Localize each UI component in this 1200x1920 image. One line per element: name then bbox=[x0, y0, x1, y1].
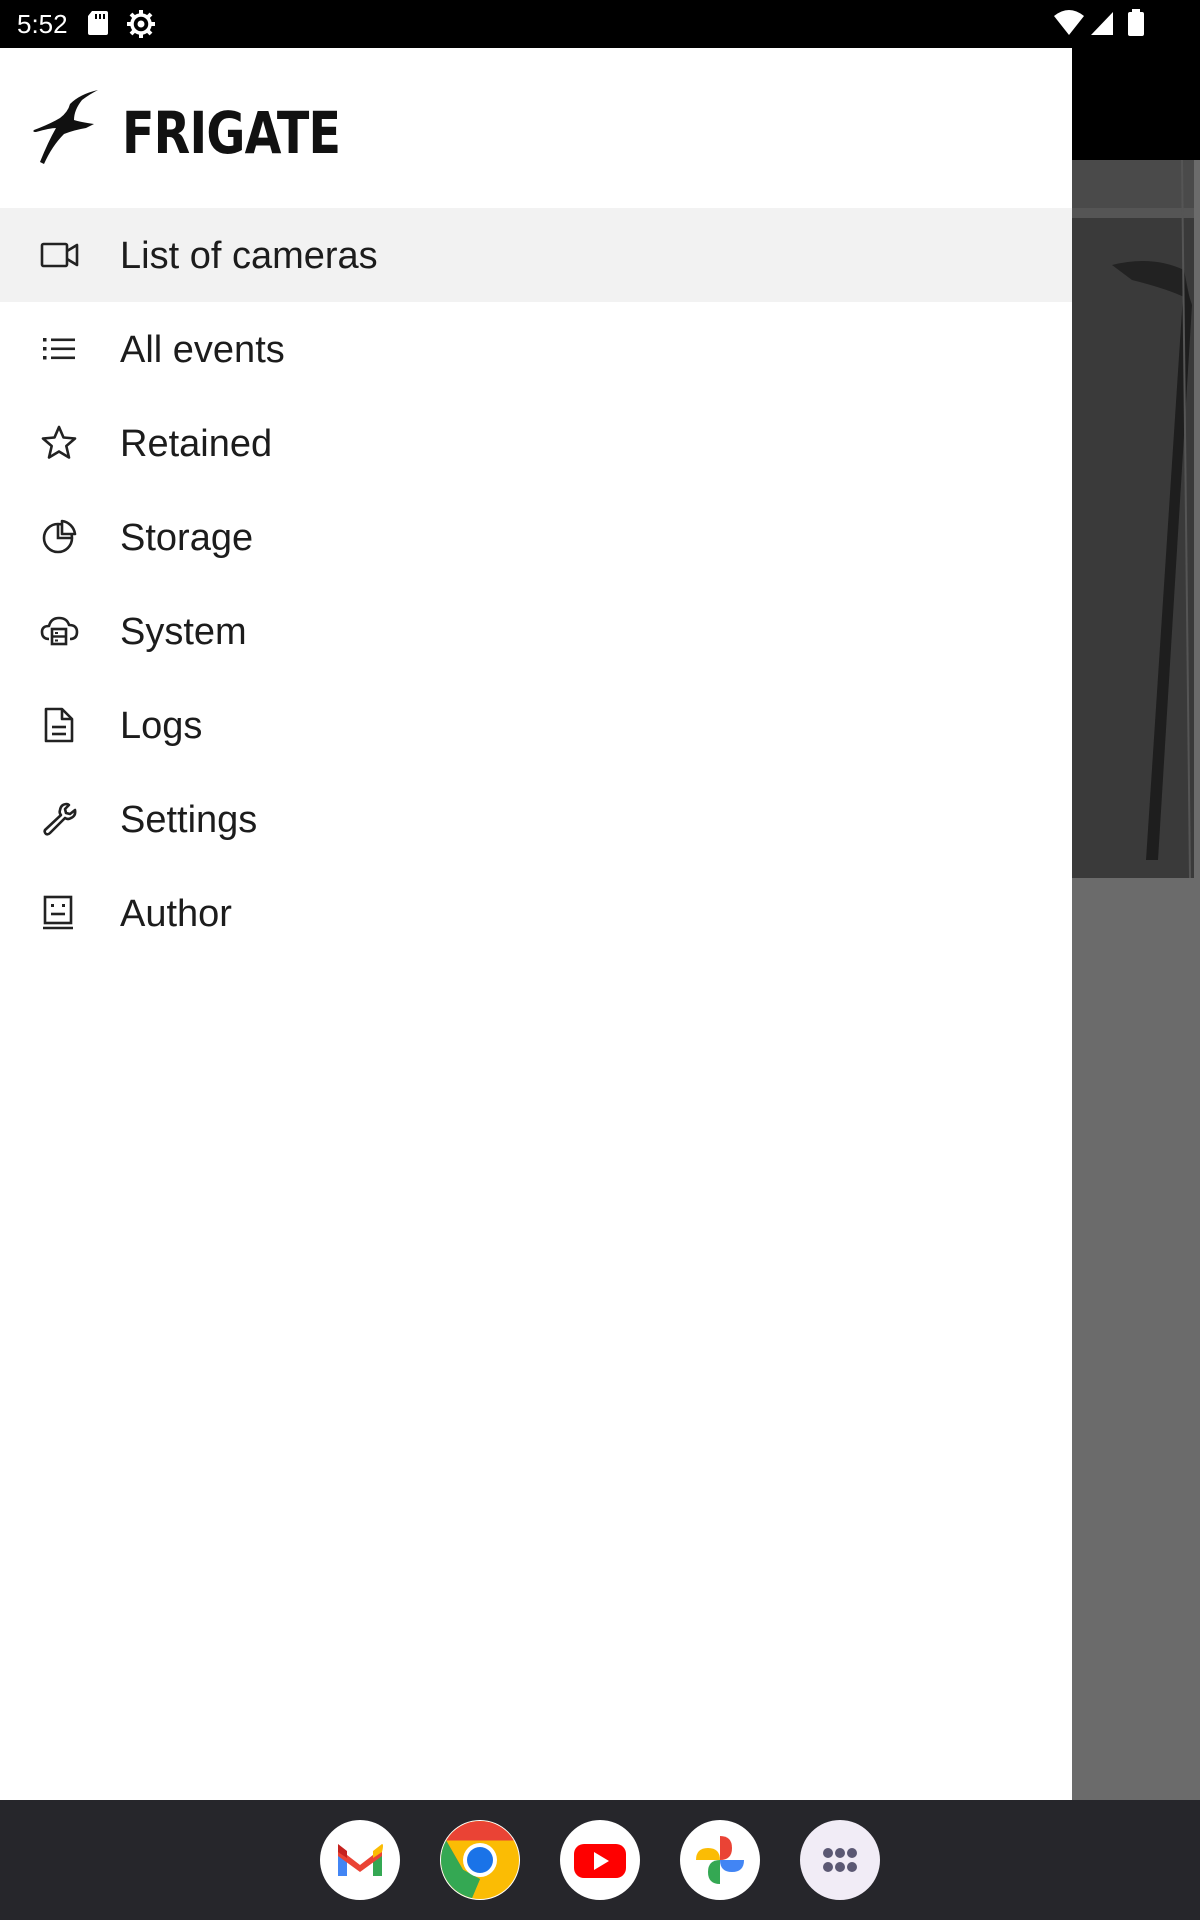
cloud-server-icon bbox=[40, 616, 79, 646]
menu-item-settings[interactable]: Settings bbox=[0, 772, 1072, 866]
status-time: 5:52 bbox=[17, 9, 68, 39]
menu-item-label: Settings bbox=[120, 799, 258, 841]
menu-item-storage[interactable]: Storage bbox=[0, 490, 1072, 584]
photos-pinwheel-icon bbox=[696, 1836, 744, 1884]
gmail-icon bbox=[338, 1844, 383, 1876]
chrome-icon bbox=[440, 1821, 519, 1899]
sd-card-icon bbox=[88, 11, 108, 35]
gmail-app-icon[interactable] bbox=[320, 1820, 400, 1900]
menu-item-label: Storage bbox=[120, 517, 254, 559]
menu-item-label: System bbox=[120, 611, 247, 653]
wrench-icon bbox=[43, 802, 77, 836]
menu-item-author[interactable]: Author bbox=[0, 866, 1072, 960]
app-drawer-button[interactable] bbox=[800, 1820, 880, 1900]
contact-card-icon bbox=[43, 895, 73, 930]
photos-app-icon[interactable] bbox=[680, 1820, 760, 1900]
menu-item-list-of-cameras[interactable]: List of cameras bbox=[0, 208, 1072, 302]
wifi-icon bbox=[1054, 10, 1084, 35]
menu-item-label: Retained bbox=[120, 423, 273, 465]
drawer-menu: List of cameras All events Retained Stor… bbox=[0, 208, 1072, 960]
youtube-icon bbox=[574, 1844, 626, 1878]
camera-preview-image bbox=[1072, 159, 1194, 879]
videocam-icon bbox=[40, 242, 79, 268]
menu-item-logs[interactable]: Logs bbox=[0, 678, 1072, 772]
status-bar: 5:52 bbox=[0, 0, 1200, 48]
settings-gear-icon bbox=[127, 10, 155, 38]
app-title: FRIGATE bbox=[122, 99, 341, 167]
menu-item-label: List of cameras bbox=[120, 235, 378, 277]
star-icon bbox=[41, 425, 77, 459]
menu-item-system[interactable]: System bbox=[0, 584, 1072, 678]
apps-grid-icon bbox=[823, 1848, 857, 1872]
background-toolbar bbox=[1072, 48, 1200, 160]
frigate-bird-icon bbox=[33, 90, 99, 164]
list-icon bbox=[43, 338, 75, 360]
menu-item-retained[interactable]: Retained bbox=[0, 396, 1072, 490]
menu-item-label: Logs bbox=[120, 705, 203, 747]
battery-icon bbox=[1128, 9, 1144, 36]
navigation-drawer: FRIGATE List of cameras All events Retai… bbox=[0, 48, 1072, 1800]
menu-item-label: Author bbox=[120, 893, 232, 935]
menu-item-label: All events bbox=[120, 329, 285, 371]
chrome-app-icon[interactable] bbox=[440, 1820, 520, 1900]
camera-preview[interactable] bbox=[1072, 159, 1194, 879]
cell-signal-icon bbox=[1091, 12, 1113, 35]
background-empty-area bbox=[1072, 878, 1200, 1800]
drawer-header: FRIGATE bbox=[0, 48, 1072, 208]
document-icon bbox=[44, 707, 74, 743]
youtube-app-icon[interactable] bbox=[560, 1820, 640, 1900]
pie-chart-icon bbox=[42, 519, 77, 554]
menu-item-all-events[interactable]: All events bbox=[0, 302, 1072, 396]
background-app[interactable] bbox=[1072, 48, 1200, 1800]
app-dock bbox=[0, 1800, 1200, 1920]
